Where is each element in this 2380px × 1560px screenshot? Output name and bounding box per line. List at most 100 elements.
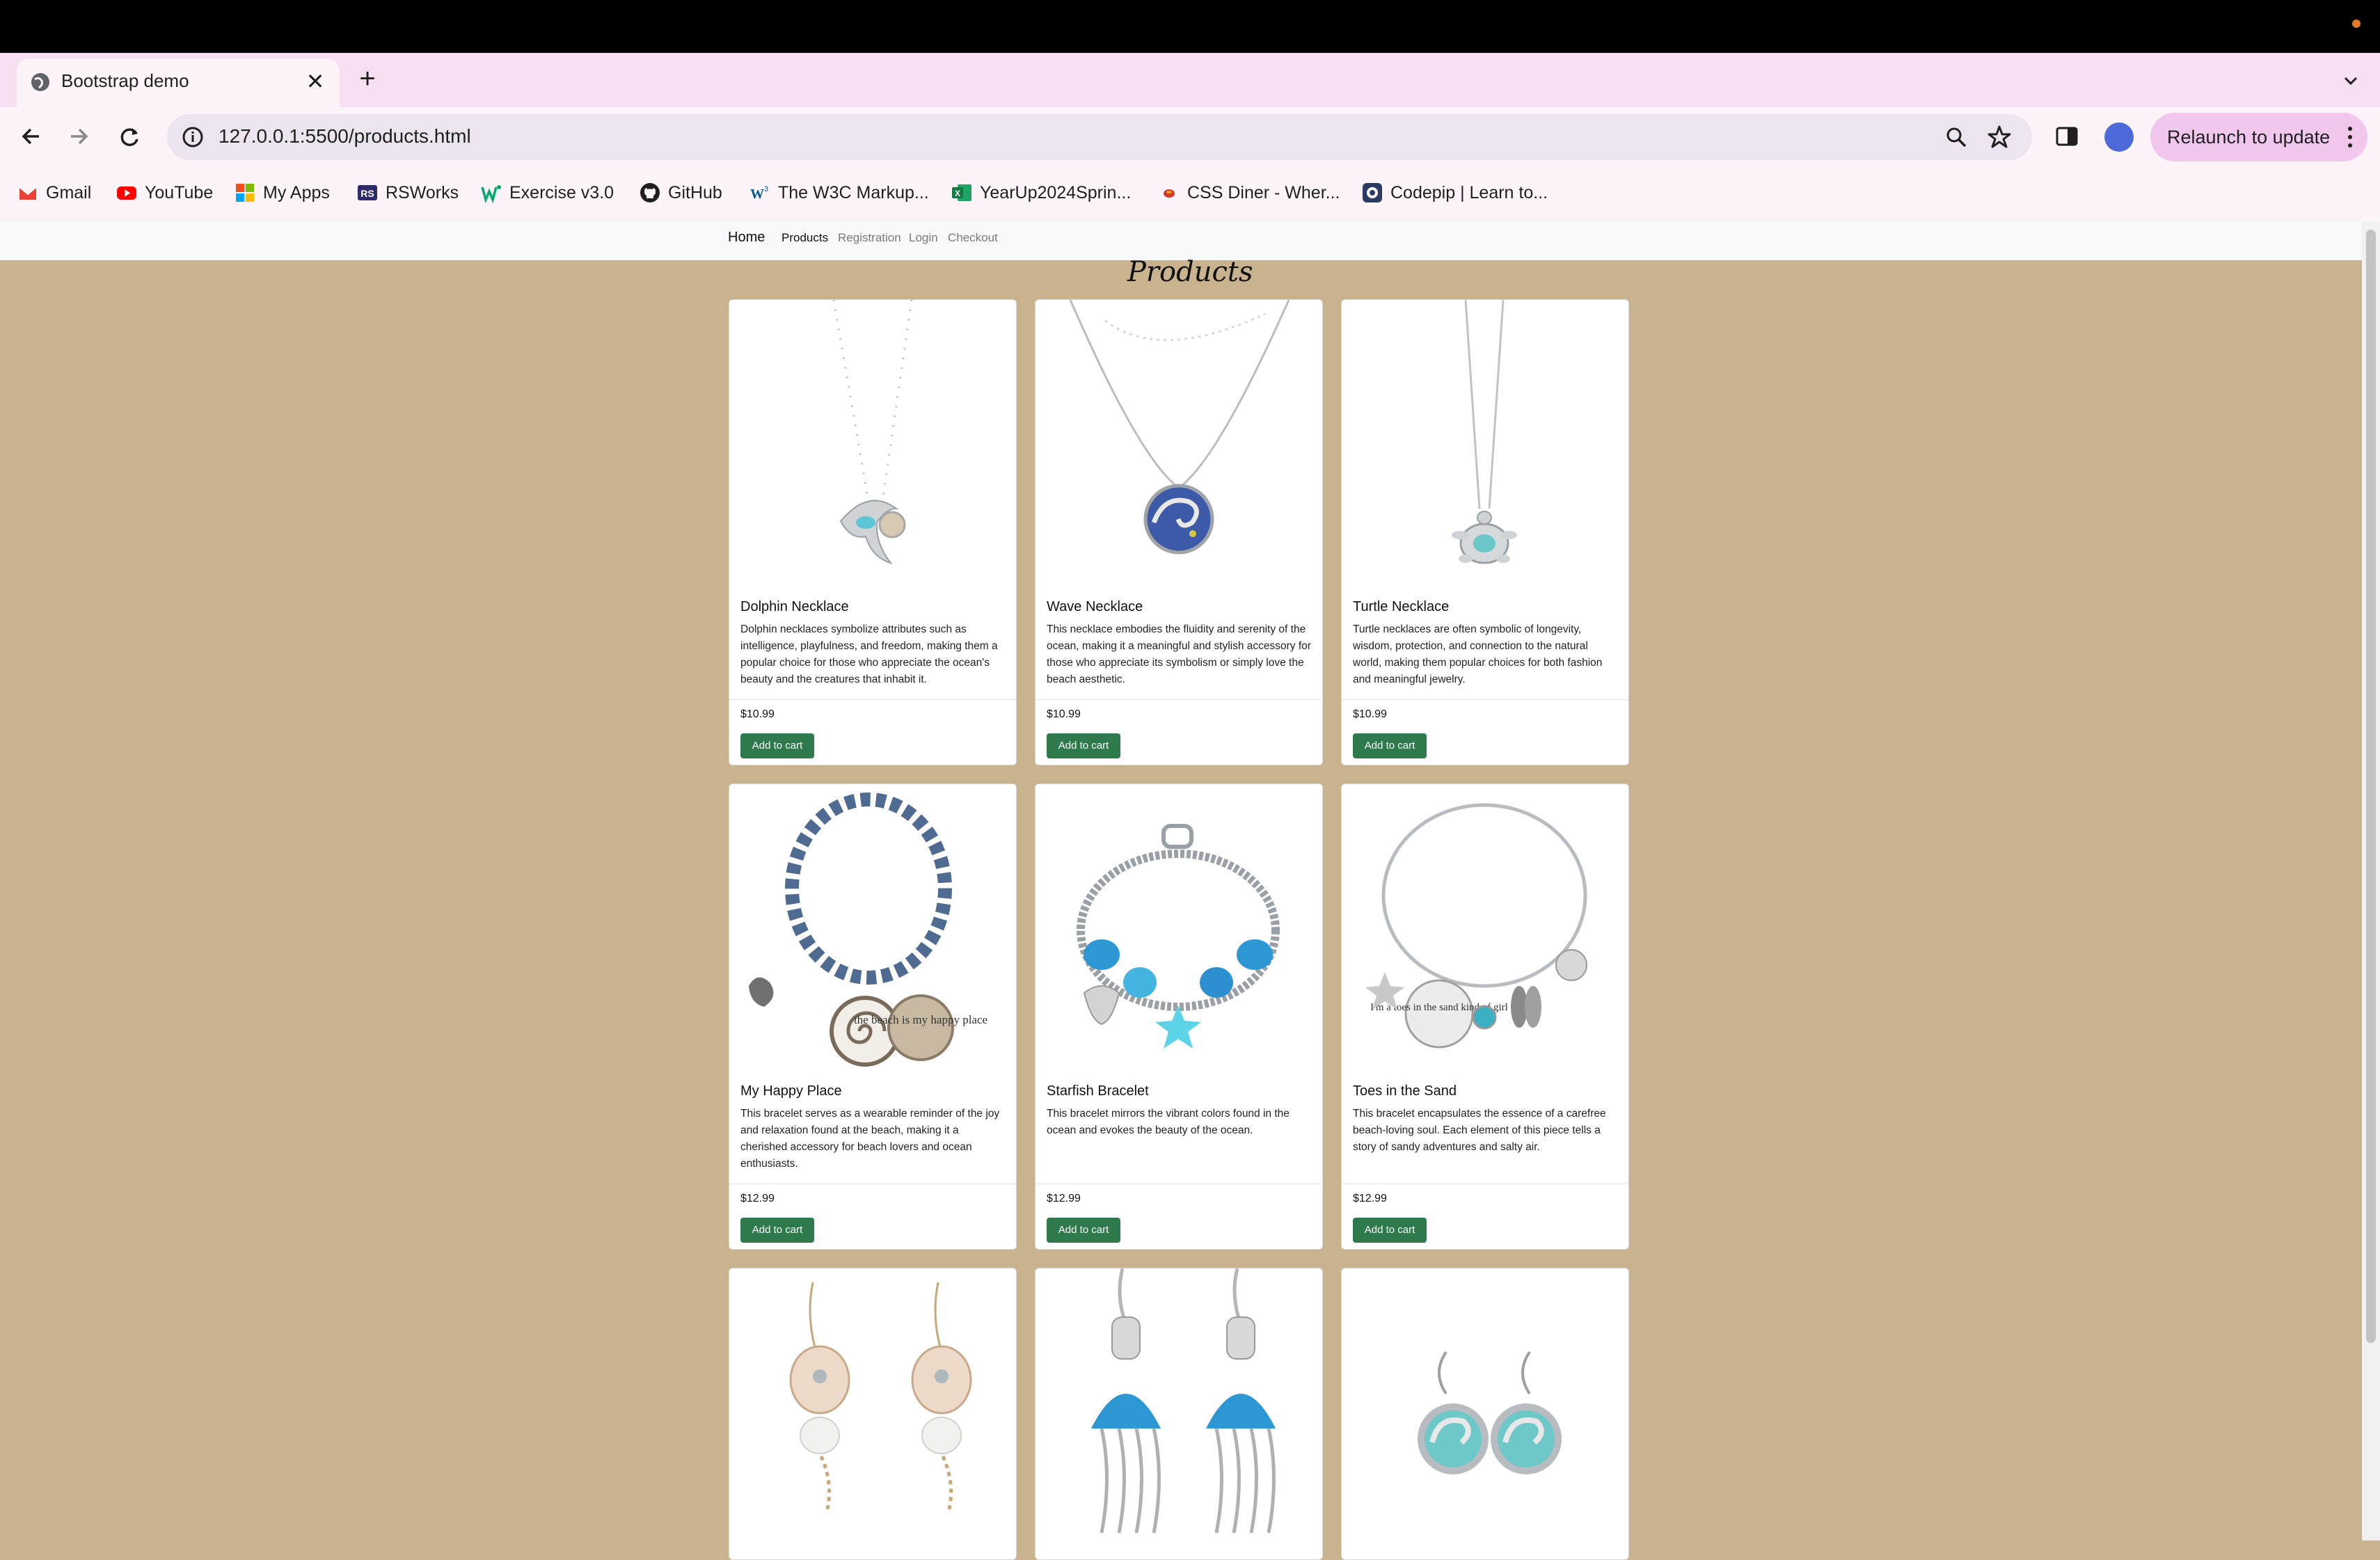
product-name: Dolphin Necklace xyxy=(740,599,849,614)
profile-avatar[interactable] xyxy=(2104,122,2134,152)
product-name: Wave Necklace xyxy=(1047,599,1143,614)
github-icon xyxy=(640,183,660,202)
plate-icon xyxy=(1164,189,1175,198)
dolphin-necklace-image xyxy=(832,300,913,564)
turtle-necklace-image xyxy=(1452,300,1517,564)
nav-products[interactable]: Products xyxy=(782,231,828,245)
bookmark-label: RSWorks xyxy=(386,182,459,202)
product-card-happy-place: the beach is my happy place My Happy Pla… xyxy=(729,783,1017,1250)
product-description: Turtle necklaces are often symbolic of l… xyxy=(1353,623,1603,685)
bookmark-exercise[interactable]: Exercise v3.0 xyxy=(480,177,614,209)
card-footer: $10.99 Add to cart xyxy=(1036,699,1322,765)
gmail-icon xyxy=(19,186,37,200)
product-card-turtle: Turtle Necklace Turtle necklaces are oft… xyxy=(1341,299,1629,765)
product-price: $12.99 xyxy=(1047,1193,1081,1204)
zoom-icon[interactable] xyxy=(1943,124,1969,150)
jellyfish-earrings-image xyxy=(1091,1268,1276,1534)
product-name: Toes in the Sand xyxy=(1353,1083,1457,1099)
nav-home[interactable]: Home xyxy=(728,230,765,246)
side-panel-icon[interactable] xyxy=(2053,122,2081,150)
w3c-icon: W3 xyxy=(750,185,768,202)
product-description: This bracelet serves as a wearable remin… xyxy=(740,1108,1000,1170)
product-price: $10.99 xyxy=(740,708,775,720)
bookmark-label: Codepip | Learn to... xyxy=(1390,182,1548,202)
page-viewport: Home Products Registration Login Checkou… xyxy=(0,221,2362,1560)
w3schools-icon xyxy=(481,185,501,204)
product-price: $12.99 xyxy=(1353,1193,1387,1204)
svg-text:W: W xyxy=(750,186,764,202)
bookmark-css-diner[interactable]: CSS Diner - Wher... xyxy=(1158,177,1340,209)
rsworks-icon: RS xyxy=(358,185,377,200)
product-card-wave: Wave Necklace This necklace embodies the… xyxy=(1035,299,1323,765)
bookmark-label: YouTube xyxy=(145,182,214,202)
youtube-icon xyxy=(117,186,136,200)
product-description: This bracelet mirrors the vibrant colors… xyxy=(1047,1108,1290,1136)
svg-text:RS: RS xyxy=(360,188,374,199)
add-to-cart-button[interactable]: Add to cart xyxy=(1047,1218,1120,1243)
bookmarks-bar: Gmail YouTube My Apps RS RSWorks Exercise… xyxy=(0,167,2380,221)
product-card-starfish: Starfish Bracelet This bracelet mirrors … xyxy=(1035,783,1323,1250)
add-to-cart-button[interactable]: Add to cart xyxy=(740,733,814,758)
site-navbar: Home Products Registration Login Checkou… xyxy=(0,221,2362,260)
bookmark-youtube[interactable]: YouTube xyxy=(116,177,213,209)
card-footer: $10.99 Add to cart xyxy=(1342,699,1628,765)
add-to-cart-button[interactable]: Add to cart xyxy=(1353,1218,1427,1243)
scrollbar-thumb[interactable] xyxy=(2366,230,2376,1343)
add-to-cart-button[interactable]: Add to cart xyxy=(1353,733,1427,758)
back-icon[interactable] xyxy=(13,118,49,154)
bookmark-label: The W3C Markup... xyxy=(778,182,929,202)
product-card-shell-earrings xyxy=(729,1268,1017,1560)
chevron-down-icon[interactable] xyxy=(2337,67,2365,95)
nav-login[interactable]: Login xyxy=(909,231,938,245)
pendant-text: the beach is my happy place xyxy=(854,1013,987,1026)
relaunch-button[interactable]: Relaunch to update xyxy=(2150,113,2367,161)
codepip-icon xyxy=(1363,183,1382,202)
tab-title: Bootstrap demo xyxy=(61,70,189,91)
card-footer: $12.99 Add to cart xyxy=(729,1184,1016,1249)
product-description: Dolphin necklaces symbolize attributes s… xyxy=(740,623,998,685)
card-footer: $12.99 Add to cart xyxy=(1342,1184,1628,1249)
product-description: This bracelet encapsulates the essence o… xyxy=(1353,1108,1606,1153)
add-to-cart-button[interactable]: Add to cart xyxy=(740,1218,814,1243)
relaunch-label: Relaunch to update xyxy=(2167,127,2331,148)
bookmark-rsworks[interactable]: RS RSWorks xyxy=(356,177,459,209)
globe-icon xyxy=(31,73,49,91)
forward-icon[interactable] xyxy=(61,118,97,154)
nav-registration[interactable]: Registration xyxy=(838,231,901,245)
page-title: Products xyxy=(1127,256,1253,288)
product-price: $10.99 xyxy=(1047,708,1081,720)
bookmark-yearup[interactable]: X YearUp2024Sprin... xyxy=(951,177,1131,209)
svg-text:X: X xyxy=(955,189,960,198)
bookmark-label: GitHub xyxy=(668,182,722,202)
bookmark-w3c[interactable]: W 3 The W3C Markup... xyxy=(749,177,929,209)
browser-chrome: Bootstrap demo ✕ + 127.0.0.1:5500/produc… xyxy=(0,53,2380,221)
new-tab-button[interactable]: + xyxy=(354,61,381,96)
svg-text:3: 3 xyxy=(764,185,768,193)
bookmark-star-icon[interactable] xyxy=(1985,122,2014,152)
close-tab-icon[interactable]: ✕ xyxy=(302,68,328,95)
address-bar[interactable]: 127.0.0.1:5500/products.html xyxy=(167,114,2032,160)
card-footer: $12.99 Add to cart xyxy=(1036,1184,1322,1249)
status-dot xyxy=(2352,19,2361,28)
reload-icon[interactable] xyxy=(111,118,148,154)
bookmark-gmail[interactable]: Gmail xyxy=(17,177,91,209)
microsoft-icon xyxy=(236,184,254,202)
bookmark-github[interactable]: GitHub xyxy=(639,177,722,209)
starfish-bracelet-image xyxy=(1077,824,1280,1049)
product-card-wave-earrings xyxy=(1341,1268,1629,1560)
nav-checkout[interactable]: Checkout xyxy=(948,231,998,245)
excel-icon: X xyxy=(952,184,971,201)
more-menu-icon[interactable] xyxy=(2345,125,2355,150)
bookmark-codepip[interactable]: Codepip | Learn to... xyxy=(1361,177,1548,209)
tab-active[interactable]: Bootstrap demo ✕ xyxy=(17,58,340,107)
product-name: My Happy Place xyxy=(740,1083,842,1099)
product-name: Starfish Bracelet xyxy=(1047,1083,1149,1099)
product-card-toes-in-sand: I'm a toes in the sand kind of girl Toes… xyxy=(1341,783,1629,1250)
product-price: $12.99 xyxy=(740,1193,775,1204)
tab-strip: Bootstrap demo ✕ + xyxy=(0,53,2380,107)
happy-place-bracelet-image: the beach is my happy place xyxy=(749,793,987,1067)
bookmark-my-apps[interactable]: My Apps xyxy=(234,177,330,209)
url-text[interactable]: 127.0.0.1:5500/products.html xyxy=(219,125,471,148)
add-to-cart-button[interactable]: Add to cart xyxy=(1047,733,1120,758)
site-info-icon[interactable] xyxy=(180,124,206,150)
